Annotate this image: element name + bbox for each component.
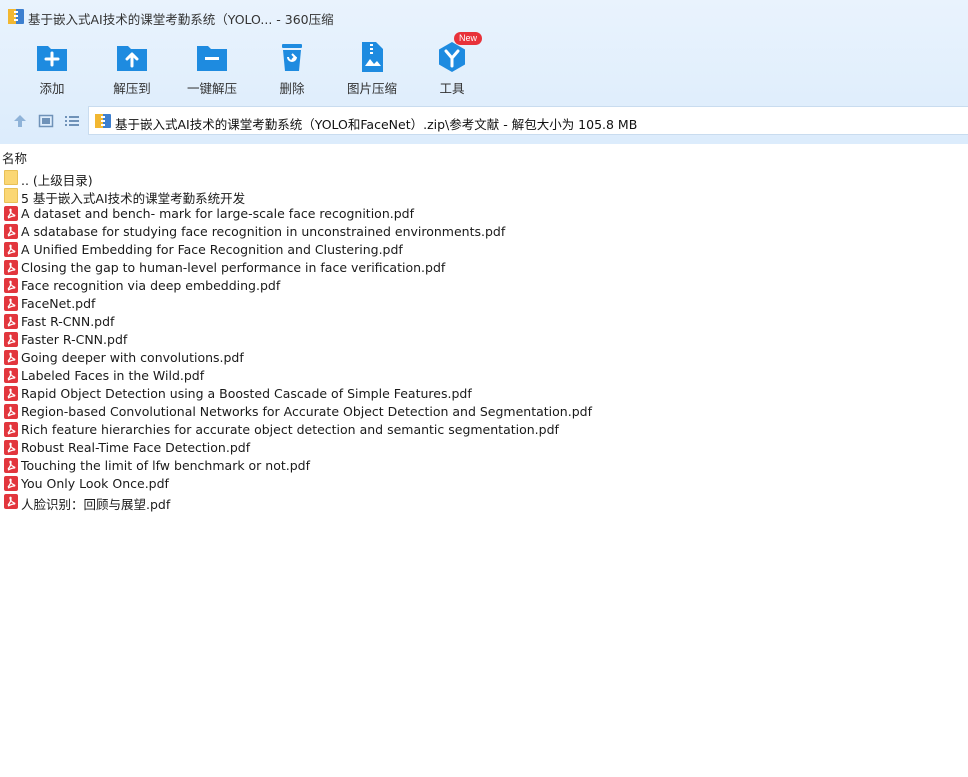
file-name: Closing the gap to human-level performan… (21, 260, 446, 275)
archive-icon (95, 114, 111, 128)
folder-row[interactable]: 5 基于嵌入式AI技术的课堂考勤系统开发 (0, 187, 968, 206)
file-row[interactable]: Labeled Faces in the Wild.pdf (0, 367, 968, 385)
file-row[interactable]: Region-based Convolutional Networks for … (0, 403, 968, 421)
extract-to-button[interactable]: 解压到 (92, 38, 172, 98)
thumbnail-view-icon[interactable] (38, 113, 54, 129)
top-chrome: 基于嵌入式AI技术的课堂考勤系统（YOLO... - 360压缩 添加 解压到 … (0, 0, 968, 144)
file-row[interactable]: Going deeper with convolutions.pdf (0, 349, 968, 367)
file-name: A Unified Embedding for Face Recognition… (21, 242, 403, 257)
window-title: 基于嵌入式AI技术的课堂考勤系统（YOLO... - 360压缩 (28, 12, 334, 27)
pdf-icon (4, 242, 18, 257)
tools-button[interactable]: New 工具 (412, 32, 492, 98)
tools-icon (439, 42, 465, 72)
file-name: Face recognition via deep embedding.pdf (21, 278, 281, 293)
file-name: Fast R-CNN.pdf (21, 314, 115, 329)
file-name: Rapid Object Detection using a Boosted C… (21, 386, 472, 401)
archive-app-icon (8, 9, 24, 24)
folder-row[interactable]: .. (上级目录) (0, 169, 968, 188)
file-name: You Only Look Once.pdf (21, 476, 169, 491)
pdf-icon (4, 296, 18, 311)
file-row[interactable]: Fast R-CNN.pdf (0, 313, 968, 331)
file-row[interactable]: A dataset and bench- mark for large-scal… (0, 205, 968, 223)
file-row[interactable]: FaceNet.pdf (0, 295, 968, 313)
file-row[interactable]: Touching the limit of lfw benchmark or n… (0, 457, 968, 475)
address-path: 基于嵌入式AI技术的课堂考勤系统（YOLO和FaceNet）.zip\参考文献 … (115, 117, 638, 132)
tools-label: 工具 (439, 81, 465, 96)
extract-folder-icon (117, 46, 147, 71)
pdf-icon (4, 404, 18, 419)
add-label: 添加 (39, 81, 65, 96)
file-name: 人脸识别：回顾与展望.pdf (21, 497, 171, 512)
pdf-icon (4, 494, 18, 509)
file-name: Faster R-CNN.pdf (21, 332, 128, 347)
pdf-icon (4, 278, 18, 293)
pdf-icon (4, 386, 18, 401)
image-compress-button[interactable]: 图片压缩 (332, 38, 412, 98)
pdf-icon (4, 350, 18, 365)
file-name: Robust Real-Time Face Detection.pdf (21, 440, 251, 455)
file-name: Rich feature hierarchies for accurate ob… (21, 422, 559, 437)
file-list: .. (上级目录) 5 基于嵌入式AI技术的课堂考勤系统开发 A dataset a… (0, 169, 968, 512)
title-bar: 基于嵌入式AI技术的课堂考勤系统（YOLO... - 360压缩 (0, 0, 968, 32)
file-row[interactable]: Robust Real-Time Face Detection.pdf (0, 439, 968, 457)
column-header-name[interactable]: 名称 (0, 145, 968, 166)
file-row[interactable]: You Only Look Once.pdf (0, 475, 968, 493)
folder-icon (4, 170, 18, 185)
delete-label: 删除 (279, 81, 305, 96)
file-row[interactable]: 人脸识别：回顾与展望.pdf (0, 493, 968, 512)
pdf-icon (4, 314, 18, 329)
trash-icon (282, 44, 302, 71)
file-name: A dataset and bench- mark for large-scal… (21, 206, 414, 221)
up-arrow-icon[interactable] (12, 113, 28, 129)
file-row[interactable]: A sdatabase for studying face recognitio… (0, 223, 968, 241)
file-name: A sdatabase for studying face recognitio… (21, 224, 506, 239)
extract-to-label: 解压到 (113, 81, 151, 96)
image-compress-label: 图片压缩 (346, 81, 397, 96)
file-row[interactable]: Rapid Object Detection using a Boosted C… (0, 385, 968, 403)
one-click-extract-label: 一键解压 (186, 81, 237, 96)
pdf-icon (4, 332, 18, 347)
column-header-name-label: 名称 (2, 151, 28, 166)
file-name: FaceNet.pdf (21, 296, 96, 311)
file-name: Touching the limit of lfw benchmark or n… (21, 458, 311, 473)
file-row[interactable]: A Unified Embedding for Face Recognition… (0, 241, 968, 259)
pdf-icon (4, 224, 18, 239)
delete-button[interactable]: 删除 (252, 38, 332, 98)
pdf-icon (4, 476, 18, 491)
file-name: Going deeper with convolutions.pdf (21, 350, 244, 365)
file-row[interactable]: Rich feature hierarchies for accurate ob… (0, 421, 968, 439)
list-view-icon[interactable] (64, 113, 80, 129)
pdf-icon (4, 440, 18, 455)
file-row[interactable]: Faster R-CNN.pdf (0, 331, 968, 349)
one-click-extract-icon (197, 46, 227, 71)
file-row[interactable]: Closing the gap to human-level performan… (0, 259, 968, 277)
file-name: Region-based Convolutional Networks for … (21, 404, 592, 419)
add-button[interactable]: 添加 (12, 38, 92, 98)
file-row[interactable]: Face recognition via deep embedding.pdf (0, 277, 968, 295)
add-icon (37, 46, 67, 71)
file-name: Labeled Faces in the Wild.pdf (21, 368, 205, 383)
pdf-icon (4, 458, 18, 473)
address-bar[interactable]: 基于嵌入式AI技术的课堂考勤系统（YOLO和FaceNet）.zip\参考文献 … (88, 106, 968, 135)
image-compress-icon (362, 42, 383, 72)
pdf-icon (4, 260, 18, 275)
pdf-icon (4, 206, 18, 221)
folder-icon (4, 188, 18, 203)
pdf-icon (4, 422, 18, 437)
pdf-icon (4, 368, 18, 383)
new-badge: New (454, 32, 483, 45)
one-click-extract-button[interactable]: 一键解压 (172, 38, 252, 98)
